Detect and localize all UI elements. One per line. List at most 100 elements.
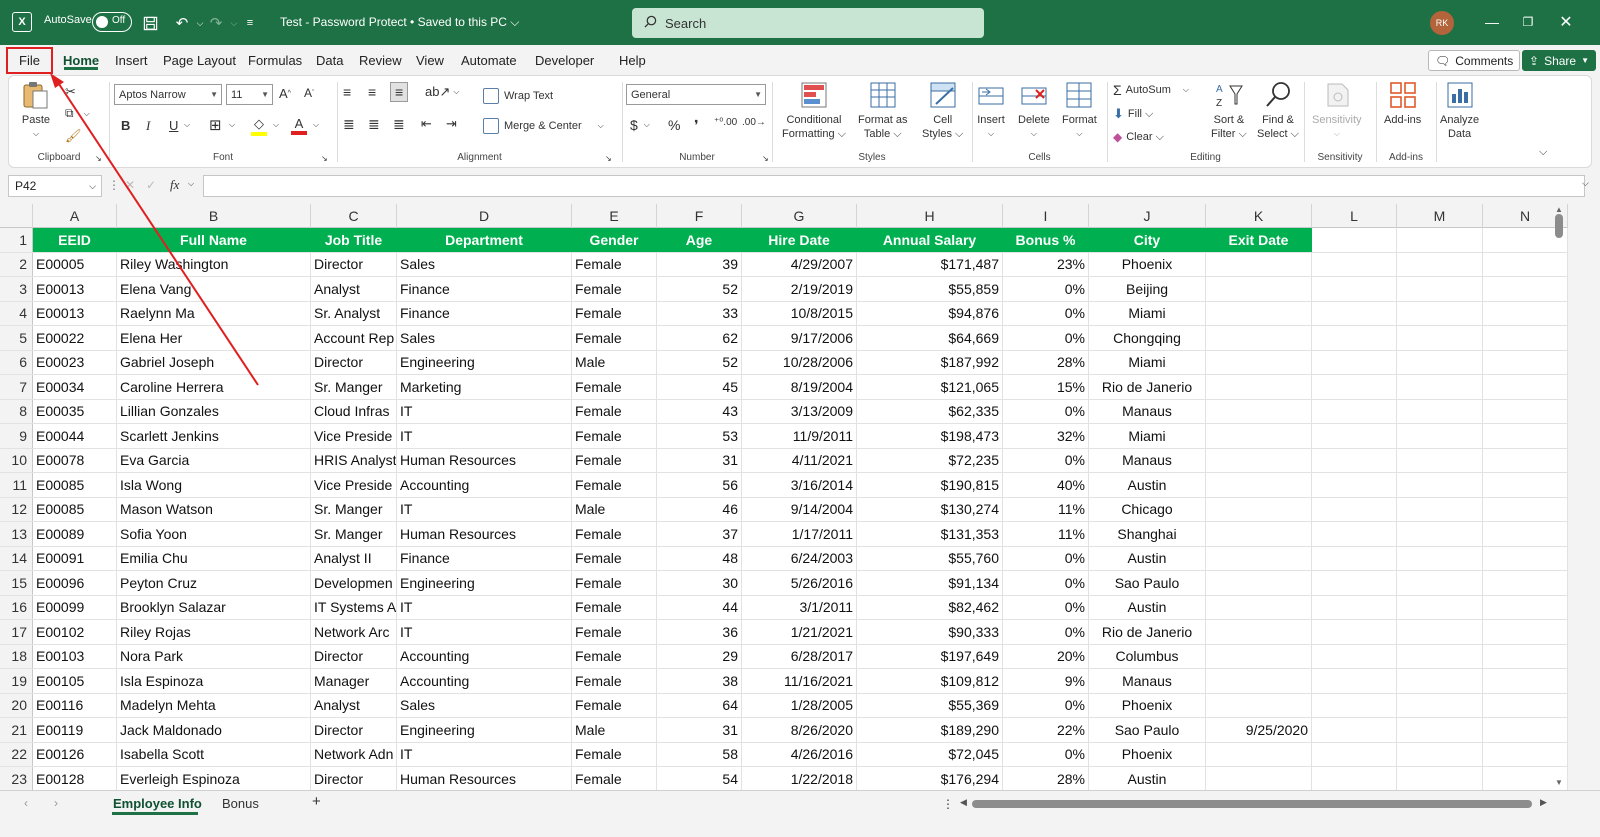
cell[interactable]: Miami	[1089, 301, 1206, 325]
cell[interactable]: Isabella Scott	[117, 742, 311, 766]
cell[interactable]: 28%	[1003, 350, 1089, 374]
cell[interactable]: $90,333	[857, 620, 1003, 644]
cell[interactable]: E00103	[33, 644, 117, 668]
cell[interactable]: Finance	[397, 301, 572, 325]
clear-button[interactable]: ◆ Clear ⌵	[1113, 130, 1164, 144]
cell[interactable]: E00119	[33, 718, 117, 742]
cell[interactable]	[1312, 742, 1397, 766]
sheet-tab-bonus[interactable]: Bonus	[222, 796, 259, 811]
cell[interactable]: Female	[572, 424, 657, 448]
column-header[interactable]: K	[1206, 204, 1312, 228]
cell[interactable]	[1312, 522, 1397, 546]
row-header[interactable]: 2	[0, 252, 33, 276]
cell[interactable]	[1312, 399, 1397, 423]
cell[interactable]: Isla Wong	[117, 473, 311, 497]
cell[interactable]: Analyst II	[311, 546, 397, 570]
column-header[interactable]: I	[1003, 204, 1089, 228]
font-color-icon[interactable]: A	[291, 116, 307, 135]
cell[interactable]	[1483, 669, 1568, 693]
cell[interactable]: 11%	[1003, 522, 1089, 546]
cell[interactable]: $94,876	[857, 301, 1003, 325]
select-all-corner[interactable]	[0, 204, 33, 228]
cell[interactable]: Miami	[1089, 350, 1206, 374]
font-name-dropdown[interactable]: Aptos Narrow ▼	[114, 84, 222, 105]
cell[interactable]	[1312, 595, 1397, 619]
cell[interactable]: Engineering	[397, 571, 572, 595]
undo-icon[interactable]: ↶	[172, 13, 192, 33]
align-center-icon[interactable]: ≣	[368, 116, 380, 133]
cell[interactable]: Director	[311, 252, 397, 276]
fill-color-dropdown-icon[interactable]: ⌵	[273, 120, 279, 130]
cell[interactable]: E00013	[33, 301, 117, 325]
cell[interactable]	[1397, 742, 1483, 766]
cell[interactable]: Scarlett Jenkins	[117, 424, 311, 448]
cell[interactable]: IT	[397, 595, 572, 619]
cell[interactable]: Beijing	[1089, 277, 1206, 301]
cell[interactable]: 11%	[1003, 497, 1089, 521]
header-cell[interactable]: Department	[397, 228, 572, 252]
conditional-formatting-button[interactable]: Conditional Formatting ⌵	[782, 80, 846, 141]
horizontal-scroll-thumb[interactable]	[972, 800, 1532, 808]
cell[interactable]: 1/22/2018	[742, 767, 857, 790]
cell[interactable]: Austin	[1089, 473, 1206, 497]
number-format-dropdown[interactable]: General ▼	[626, 84, 766, 105]
cell[interactable]	[1483, 399, 1568, 423]
cell[interactable]	[1312, 497, 1397, 521]
cell[interactable]: Female	[572, 620, 657, 644]
cell[interactable]	[1312, 620, 1397, 644]
cell[interactable]	[1206, 399, 1312, 423]
cell[interactable]: 5/26/2016	[742, 571, 857, 595]
autosave-toggle[interactable]: Off	[92, 12, 132, 32]
tab-review[interactable]: Review	[359, 53, 402, 68]
percent-icon[interactable]: %	[668, 117, 680, 133]
row-header[interactable]: 3	[0, 277, 33, 301]
cell[interactable]	[1312, 424, 1397, 448]
cell[interactable]	[1483, 718, 1568, 742]
cell[interactable]	[1397, 571, 1483, 595]
column-header[interactable]: C	[311, 204, 397, 228]
italic-icon[interactable]: I	[146, 118, 150, 134]
row-header[interactable]: 11	[0, 473, 33, 497]
cell[interactable]: 10/8/2015	[742, 301, 857, 325]
cell[interactable]	[1483, 424, 1568, 448]
cell[interactable]: $130,274	[857, 497, 1003, 521]
cell[interactable]: 0%	[1003, 301, 1089, 325]
cell[interactable]: Network Arc	[311, 620, 397, 644]
cell[interactable]: Cloud Infras	[311, 399, 397, 423]
cell[interactable]	[1206, 522, 1312, 546]
cell[interactable]: Male	[572, 718, 657, 742]
formula-input[interactable]	[203, 175, 1585, 197]
cell[interactable]: 0%	[1003, 277, 1089, 301]
cell[interactable]: Sr. Manger	[311, 375, 397, 399]
cell[interactable]: Phoenix	[1089, 693, 1206, 717]
cell[interactable]: Shanghai	[1089, 522, 1206, 546]
cell[interactable]: Finance	[397, 546, 572, 570]
cell[interactable]: 44	[657, 595, 742, 619]
cell[interactable]: $82,462	[857, 595, 1003, 619]
row-header[interactable]: 21	[0, 718, 33, 742]
insert-cells-button[interactable]: Insert ⌵	[976, 80, 1006, 141]
cell[interactable]: E00126	[33, 742, 117, 766]
cell[interactable]	[1206, 497, 1312, 521]
cell[interactable]: 9/17/2006	[742, 326, 857, 350]
underline-icon[interactable]: U	[169, 118, 178, 133]
cell[interactable]	[1397, 669, 1483, 693]
collapse-ribbon-icon[interactable]: ⌵	[1539, 146, 1547, 159]
currency-icon[interactable]: $ ⌵	[630, 117, 650, 133]
customize-qat-icon[interactable]: ≡	[240, 13, 260, 33]
cell[interactable]: Gabriel Joseph	[117, 350, 311, 374]
cell[interactable]: Human Resources	[397, 522, 572, 546]
cell[interactable]: $55,760	[857, 546, 1003, 570]
column-header[interactable]: L	[1312, 204, 1397, 228]
cell[interactable]: 22%	[1003, 718, 1089, 742]
scroll-up-icon[interactable]: ▲	[1555, 205, 1563, 214]
cell[interactable]: IT	[397, 620, 572, 644]
cell[interactable]: 20%	[1003, 644, 1089, 668]
cell[interactable]: Developmen	[311, 571, 397, 595]
copy-icon[interactable]: ⧉ ⌵	[65, 106, 90, 121]
header-cell[interactable]	[1397, 228, 1483, 252]
underline-dropdown-icon[interactable]: ⌵	[184, 120, 190, 130]
cell[interactable]: Director	[311, 350, 397, 374]
cell[interactable]	[1397, 718, 1483, 742]
align-bottom-icon[interactable]: ≡	[390, 82, 409, 102]
